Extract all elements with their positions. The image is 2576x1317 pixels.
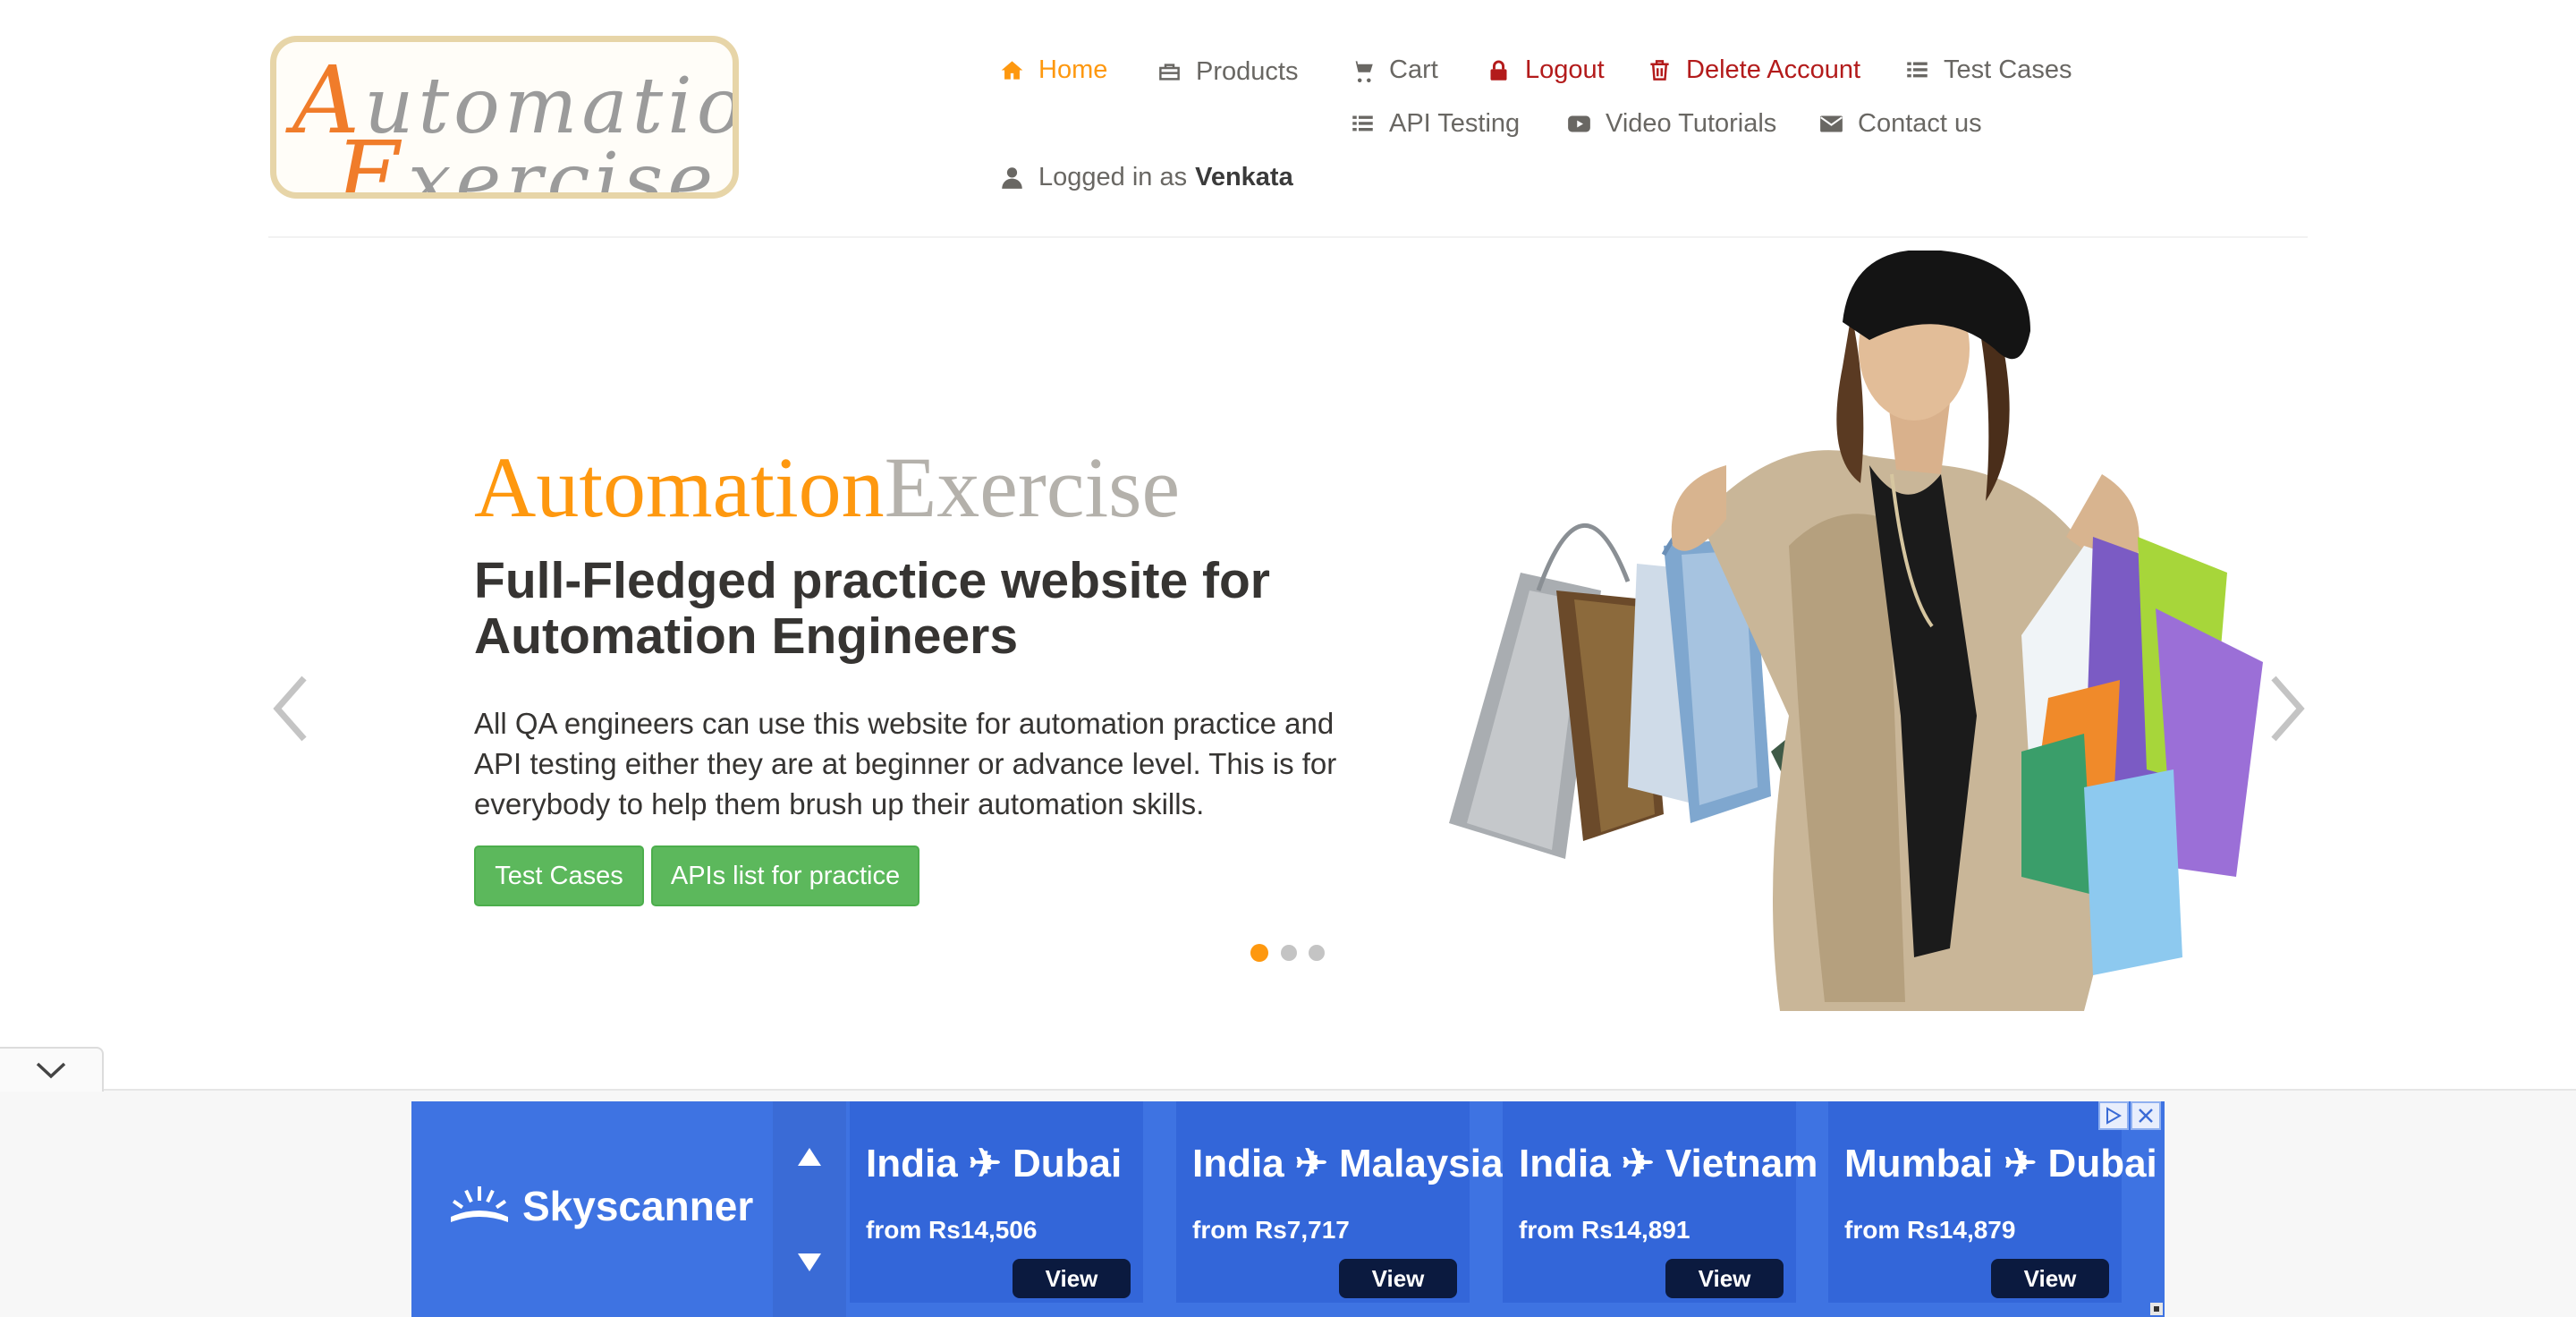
- ad-view-button[interactable]: View: [1339, 1259, 1457, 1298]
- youtube-play-icon: [1568, 115, 1590, 132]
- ad-corner-marker: [2150, 1303, 2163, 1315]
- sunrise-logo-icon: [451, 1186, 508, 1222]
- nav-products-label: Products: [1196, 57, 1299, 86]
- list-icon: [1352, 115, 1373, 132]
- nav-contact-us[interactable]: Contact us: [1819, 109, 1982, 139]
- briefcase-icon: [1159, 64, 1180, 81]
- nav-cart-label: Cart: [1389, 55, 1438, 84]
- skyscanner-ad-banner[interactable]: Skyscanner India ✈ Dubai from Rs14,506 V…: [411, 1101, 2165, 1317]
- nav-home[interactable]: Home: [1000, 55, 1107, 85]
- ad-choices: [2098, 1101, 2161, 1130]
- ad-card-route: India ✈ Vietnam: [1519, 1142, 1818, 1185]
- slider-dot-1[interactable]: [1250, 944, 1268, 962]
- lock-icon: [1490, 60, 1507, 81]
- nav-video-tutorials[interactable]: Video Tutorials: [1567, 109, 1776, 139]
- ad-card-1[interactable]: India ✈ Dubai from Rs14,506 View: [850, 1101, 1143, 1303]
- nav-products[interactable]: Products: [1157, 57, 1298, 87]
- slider-dot-2[interactable]: [1281, 945, 1297, 961]
- nav-logged-in: Logged in as Venkata: [1000, 163, 1293, 192]
- ad-card-price: from Rs7,717: [1192, 1216, 1350, 1244]
- nav-cart[interactable]: Cart: [1351, 55, 1438, 85]
- slider-brand-title: AutomationExercise: [474, 439, 1181, 535]
- header-divider: [268, 236, 2308, 238]
- shopping-cart-icon: [1352, 61, 1373, 82]
- apis-list-button[interactable]: APIs list for practice: [651, 845, 919, 906]
- slider-headline: Full-Fledged practice website for Automa…: [474, 552, 1270, 665]
- ad-up-button[interactable]: [773, 1130, 846, 1184]
- triangle-down-icon: [798, 1253, 821, 1271]
- ad-card-route: Mumbai ✈ Dubai: [1844, 1142, 2157, 1185]
- nav-contact-us-label: Contact us: [1858, 109, 1982, 138]
- test-cases-button[interactable]: Test Cases: [474, 845, 644, 906]
- nav-logout-label: Logout: [1525, 55, 1605, 84]
- nav-api-testing[interactable]: API Testing: [1351, 109, 1520, 139]
- home-icon: [1001, 61, 1023, 80]
- chevron-down-icon: [36, 1062, 66, 1079]
- ad-down-button[interactable]: [773, 1236, 846, 1289]
- nav-test-cases[interactable]: Test Cases: [1905, 55, 2072, 85]
- ad-card-price: from Rs14,879: [1844, 1216, 2016, 1244]
- ad-collapse-tab[interactable]: [0, 1047, 104, 1092]
- ad-card-route: India ✈ Malaysia: [1192, 1142, 1504, 1185]
- list-icon: [1907, 62, 1928, 78]
- nav-api-testing-label: API Testing: [1389, 109, 1521, 138]
- adchoices-button[interactable]: [2098, 1101, 2129, 1130]
- chevron-left-icon: [273, 675, 307, 742]
- slider-description: All QA engineers can use this website fo…: [474, 707, 1337, 820]
- ad-card-2[interactable]: India ✈ Malaysia from Rs7,717 View: [1176, 1101, 1503, 1303]
- skyscanner-brand-text: Skyscanner: [522, 1183, 754, 1229]
- ad-view-button[interactable]: View: [1991, 1259, 2109, 1298]
- hero-shopping-image: [1449, 251, 2263, 1011]
- site-logo[interactable]: Automation Exercise: [270, 36, 739, 199]
- nav-video-tutorials-label: Video Tutorials: [1606, 109, 1777, 138]
- ad-close-button[interactable]: [2131, 1101, 2161, 1130]
- logged-in-prefix: Logged in as: [1038, 163, 1188, 191]
- slider-dot-3[interactable]: [1309, 945, 1325, 961]
- close-icon: [2139, 1109, 2153, 1123]
- ad-view-button[interactable]: View: [1665, 1259, 1784, 1298]
- nav-logout[interactable]: Logout: [1487, 55, 1605, 85]
- logged-in-username: Venkata: [1195, 163, 1293, 191]
- ad-card-price: from Rs14,891: [1519, 1216, 1690, 1244]
- user-icon: [1002, 167, 1022, 189]
- triangle-up-icon: [798, 1148, 821, 1166]
- ad-view-button[interactable]: View: [1013, 1259, 1131, 1298]
- adchoices-icon: [2106, 1107, 2123, 1125]
- nav-delete-account[interactable]: Delete Account: [1648, 55, 1860, 85]
- logo-line-2: Exercise: [335, 121, 718, 199]
- slider-prev-arrow[interactable]: [268, 673, 313, 744]
- ad-card-price: from Rs14,506: [866, 1216, 1038, 1244]
- nav-test-cases-label: Test Cases: [1944, 55, 2072, 84]
- ad-card-4[interactable]: Mumbai ✈ Dubai from Rs14,879 View: [1828, 1101, 2157, 1303]
- trash-icon: [1650, 60, 1669, 81]
- nav-delete-account-label: Delete Account: [1686, 55, 1861, 84]
- ad-card-3[interactable]: India ✈ Vietnam from Rs14,891 View: [1503, 1101, 1818, 1303]
- nav-home-label: Home: [1038, 55, 1108, 84]
- ad-carousel-nav: [773, 1101, 846, 1317]
- envelope-icon: [1820, 115, 1843, 132]
- ad-card-route: India ✈ Dubai: [866, 1142, 1123, 1185]
- skyscanner-logo: Skyscanner: [447, 1182, 753, 1230]
